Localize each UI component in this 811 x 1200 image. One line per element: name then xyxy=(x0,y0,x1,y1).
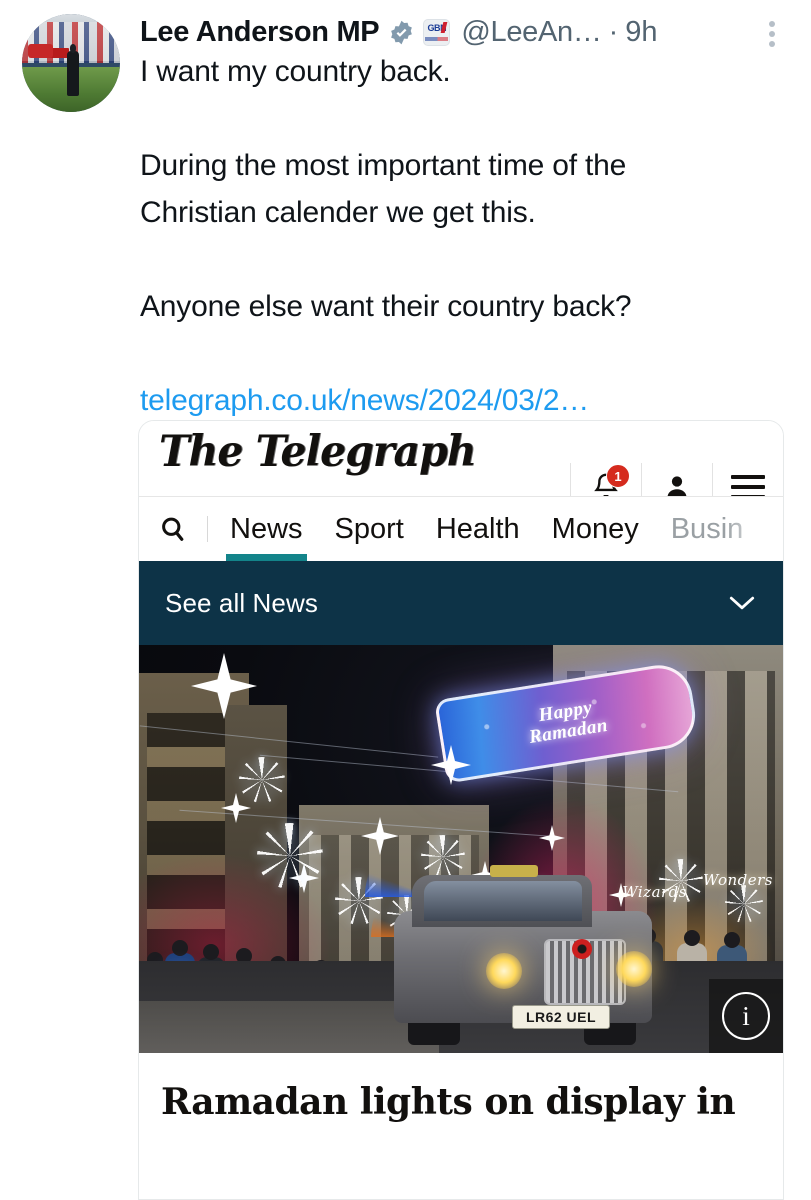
snowflake-light xyxy=(239,757,285,803)
tweet-line-1: I want my country back. xyxy=(140,55,451,88)
gbn-badge-subtext xyxy=(425,36,449,41)
tweet-line-3: Christian calender we get this. xyxy=(140,196,536,229)
info-icon: i xyxy=(722,992,770,1040)
hamburger-bar xyxy=(731,485,765,489)
cab-poppy-emblem xyxy=(572,939,592,959)
nav-item-business[interactable]: Busin xyxy=(655,497,760,561)
tweet-line-4: Anyone else want their country back? xyxy=(140,290,632,323)
avatar-person-body xyxy=(67,51,79,97)
tweet-container: Lee Anderson MP GBN @LeeAn… · 9h I want … xyxy=(0,0,811,1200)
author-display-name[interactable]: Lee Anderson MP xyxy=(140,16,380,49)
nav-item-news[interactable]: News xyxy=(214,497,319,561)
article-headline[interactable]: Ramadan lights on display in xyxy=(139,1053,783,1125)
snowflake-light xyxy=(257,823,323,889)
cab-windscreen xyxy=(424,881,582,921)
cab-licence-plate: LR62 UEL xyxy=(512,1005,610,1029)
shop-sign-wonders: Wonders xyxy=(703,871,773,889)
chevron-down-icon xyxy=(729,596,755,609)
avatar-bus xyxy=(27,44,54,59)
notification-count-badge: 1 xyxy=(606,464,630,488)
nav-divider xyxy=(207,516,208,542)
meta-separator: · xyxy=(608,15,619,48)
cab-headlight xyxy=(616,951,652,987)
cab-headlight xyxy=(486,953,522,989)
more-dot xyxy=(769,21,775,27)
tweet-link[interactable]: telegraph.co.uk/news/2024/03/2… xyxy=(140,384,589,417)
search-icon xyxy=(162,517,184,541)
author-row: Lee Anderson MP GBN @LeeAn… · 9h xyxy=(140,12,793,52)
tweet-line-2: During the most important time of the xyxy=(140,149,627,182)
link-preview-card[interactable]: The Telegraph 1 News Sport Health Money … xyxy=(138,420,784,1200)
card-masthead: The Telegraph 1 xyxy=(139,421,783,511)
see-all-news-bar[interactable]: See all News xyxy=(139,561,783,645)
more-options-icon[interactable] xyxy=(759,18,785,50)
search-button[interactable] xyxy=(139,514,207,544)
headline-line-1: Ramadan lights on display in xyxy=(161,1081,736,1123)
gbn-affiliate-badge-icon[interactable]: GBN xyxy=(423,18,451,46)
nav-item-health[interactable]: Health xyxy=(420,497,536,561)
taxi-roof-sign xyxy=(490,865,538,877)
see-all-news-label: See all News xyxy=(165,587,318,618)
nav-item-money[interactable]: Money xyxy=(536,497,655,561)
more-dot xyxy=(769,31,775,37)
card-navbar: News Sport Health Money Busin xyxy=(139,496,783,561)
hamburger-bar xyxy=(731,475,765,479)
tweet-timestamp[interactable]: 9h xyxy=(625,16,657,49)
tweet-body: I want my country back. During the most … xyxy=(140,48,740,424)
nav-item-sport[interactable]: Sport xyxy=(319,497,420,561)
image-info-button[interactable]: i xyxy=(709,979,783,1053)
verified-badge-icon xyxy=(388,19,415,46)
telegraph-logo: The Telegraph xyxy=(159,425,477,477)
more-dot xyxy=(769,41,775,47)
article-photo: Happy Ramadan Wizards Wonders LR62 UEL i xyxy=(139,645,783,1053)
london-black-cab: LR62 UEL xyxy=(394,865,652,1045)
avatar[interactable] xyxy=(22,14,120,112)
author-handle[interactable]: @LeeAn… xyxy=(461,16,602,49)
